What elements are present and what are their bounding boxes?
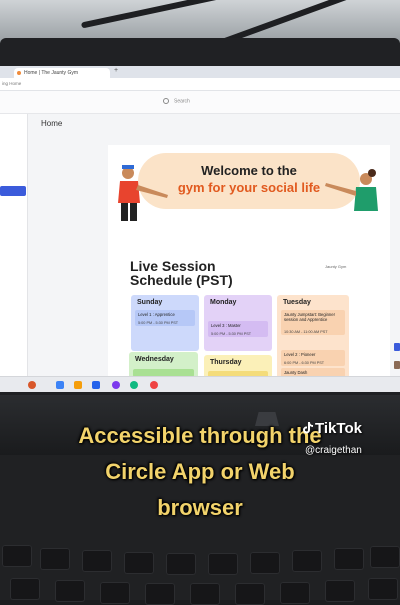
tiktok-brand: TikTok (315, 420, 362, 437)
right-panel-edge (392, 291, 400, 381)
session-title: Level 1 : Apprentice (138, 312, 175, 317)
keyboard-key (370, 546, 400, 568)
taskbar-app-icon[interactable] (112, 381, 120, 389)
keyboard-key (100, 582, 130, 604)
schedule-title-line1: Live Session (130, 258, 216, 274)
tiktok-watermark: TikTok (303, 420, 362, 437)
day-name: Thursday (210, 359, 242, 366)
keyboard-key (10, 578, 40, 600)
keyboard-key (2, 545, 32, 567)
day-name: Sunday (137, 299, 163, 306)
session-slot[interactable]: Level 1 : Apprentice 5:00 PM - 5:30 PM P… (135, 310, 195, 326)
taskbar-app-icon[interactable] (150, 381, 158, 389)
keyboard-key (82, 550, 112, 572)
keyboard-key (250, 552, 280, 574)
keyboard-key (55, 580, 85, 602)
session-slot[interactable]: Level 2 : Pioneer 6:00 PM - 6:30 PM PST (281, 350, 345, 366)
session-title: Jaunty Jumpstart: Beginner session and A… (284, 312, 335, 322)
day-column-tuesday: Tuesday Jaunty Jumpstart: Beginner sessi… (277, 295, 349, 387)
schedule-title-line2: Schedule (PST) (130, 272, 233, 288)
laptop-screen: Home | The Jaunty Gym + ing Home Search … (0, 66, 400, 392)
sidebar-active-item[interactable] (0, 186, 26, 196)
session-title: Jaunty Dash (284, 370, 308, 375)
keyboard-key (280, 582, 310, 604)
keyboard-key (235, 583, 265, 605)
panel-button[interactable] (394, 343, 400, 351)
search-placeholder: Search (174, 98, 190, 105)
taskbar-app-icon[interactable] (56, 381, 64, 389)
caption-line3: browser (157, 495, 243, 520)
keyboard-key (124, 552, 154, 574)
tab-title: Home | The Jaunty Gym (24, 70, 79, 76)
favicon-icon (17, 71, 21, 75)
keyboard-key (325, 580, 355, 602)
session-title: Level 2 : Pioneer (284, 352, 316, 357)
keyboard-key (334, 548, 364, 570)
day-name: Tuesday (283, 299, 311, 306)
page-title: Home (41, 119, 63, 128)
start-icon[interactable] (28, 381, 36, 389)
taskbar-app-icon[interactable] (74, 381, 82, 389)
banner-title-line1: Welcome to the (201, 163, 297, 178)
search-input[interactable]: Search (163, 98, 190, 104)
keyboard-key (166, 553, 196, 575)
address-text: ing Home (2, 81, 22, 86)
app-header: Search (0, 91, 400, 114)
session-time: 5:00 PM - 5:30 PM PST (211, 332, 252, 336)
day-name: Wednesday (135, 356, 174, 363)
browser-tab[interactable]: Home | The Jaunty Gym (14, 68, 110, 78)
tiktok-handle: @craigethan (305, 445, 362, 456)
tiktok-logo-icon (303, 422, 313, 434)
day-name: Monday (210, 299, 237, 306)
session-time: 5:00 PM - 5:30 PM PST (138, 321, 179, 325)
browser-tab-bar: Home | The Jaunty Gym + (0, 66, 400, 78)
keyboard-key (208, 553, 238, 575)
new-tab-button[interactable]: + (114, 67, 118, 74)
taskbar-app-icon[interactable] (92, 381, 100, 389)
search-icon (163, 98, 169, 104)
avatar[interactable] (394, 361, 400, 369)
session-slot[interactable]: Level 3 : Master 5:00 PM - 5:30 PM PST (208, 321, 268, 337)
keyboard-key (190, 583, 220, 605)
sidebar (0, 114, 28, 376)
schedule-title: Live Session Schedule (PST) (130, 259, 233, 287)
address-bar[interactable]: ing Home (0, 78, 400, 91)
schedule-brand: Jaunty Gym (325, 264, 347, 269)
session-time: 10:30 AM - 11:00 AM PST (284, 330, 328, 334)
keyboard-key (145, 583, 175, 605)
banner-title-line2: gym for your social life (177, 180, 321, 195)
session-title: Level 3 : Master (211, 323, 241, 328)
session-slot[interactable]: Jaunty Jumpstart: Beginner session and A… (281, 310, 345, 335)
taskbar-app-icon[interactable] (130, 381, 138, 389)
caption-line2: Circle App or Web (105, 459, 295, 484)
keyboard-key (368, 578, 398, 600)
keyboard-key (292, 550, 322, 572)
day-column-monday: Monday Level 3 : Master 5:00 PM - 5:30 P… (204, 295, 272, 351)
keyboard-key (40, 548, 70, 570)
os-taskbar (0, 376, 400, 392)
welcome-banner: Welcome to the gym for your social life (108, 145, 390, 225)
session-time: 6:00 PM - 6:30 PM PST (284, 361, 325, 365)
day-column-sunday: Sunday Level 1 : Apprentice 5:00 PM - 5:… (131, 295, 199, 351)
